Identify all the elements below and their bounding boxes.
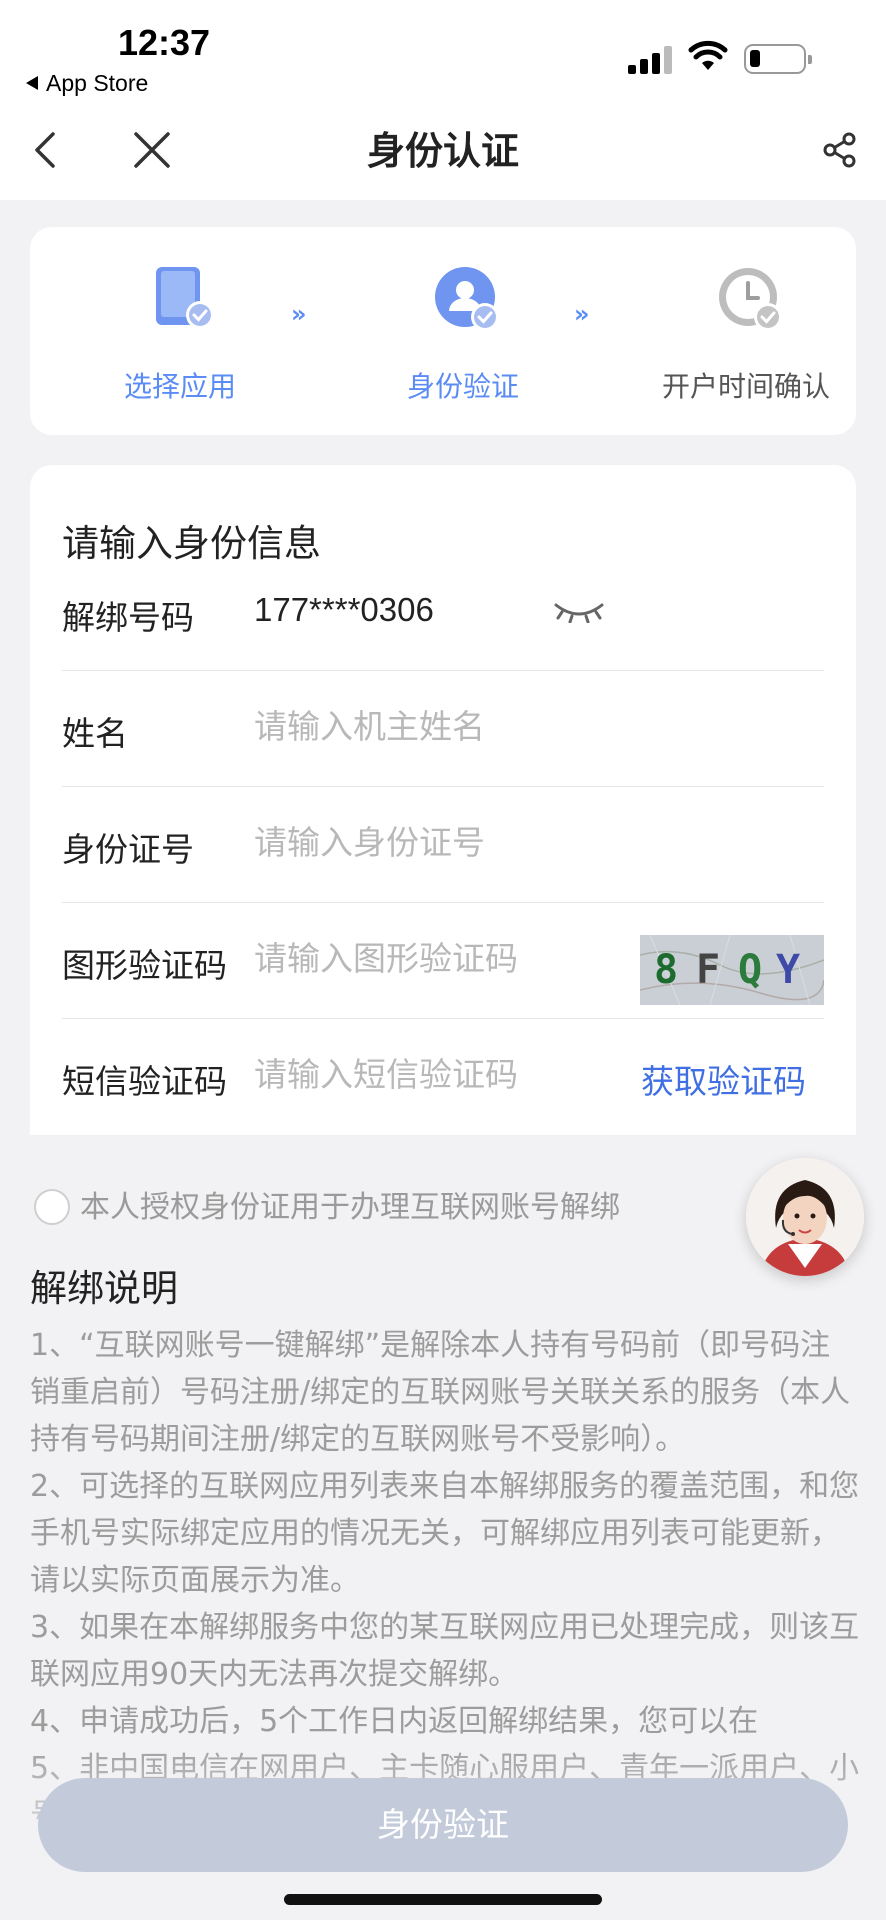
- sms-label: 短信验证码: [62, 1062, 227, 1101]
- step-label: 身份验证: [406, 370, 519, 403]
- agreement-radio[interactable]: [34, 1189, 70, 1225]
- step-arrow-icon: »: [291, 300, 307, 328]
- captcha-image[interactable]: 8 F Q Y: [640, 935, 824, 1005]
- phone-value: 177****0306: [254, 591, 434, 628]
- sms-code-input[interactable]: [254, 1049, 634, 1099]
- captcha-row: 图形验证码 8 F Q Y: [62, 903, 824, 1019]
- user-check-icon: [435, 267, 499, 331]
- back-to-app-link[interactable]: App Store: [26, 70, 148, 97]
- notes-title: 解绑说明: [30, 1267, 178, 1310]
- wifi-icon: [688, 40, 728, 70]
- identity-form: 请输入身份信息 解绑号码 177****0306 姓名 身份证号 图形验证码 8…: [30, 465, 856, 1135]
- id-number-input[interactable]: [254, 817, 634, 867]
- id-number-row: 身份证号: [62, 787, 824, 903]
- name-row: 姓名: [62, 671, 824, 787]
- notes-paragraph: 2、可选择的互联网应用列表来自本解绑服务的覆盖范围，和您手机号实际绑定应用的情况…: [30, 1469, 860, 1598]
- captcha-input[interactable]: [254, 933, 634, 983]
- agent-portrait: [746, 1158, 864, 1276]
- step-label: 开户时间确认: [661, 370, 830, 403]
- get-code-button[interactable]: 获取验证码: [641, 1055, 806, 1103]
- id-number-label: 身份证号: [62, 830, 194, 869]
- verify-identity-button[interactable]: 身份验证: [38, 1778, 848, 1872]
- eye-closed-icon[interactable]: [552, 601, 606, 623]
- captcha-char: 8: [654, 947, 679, 993]
- customer-service-avatar[interactable]: [746, 1158, 864, 1276]
- back-triangle-icon: [26, 76, 38, 90]
- notes-body: 1、“互联网账号一键解绑”是解除本人持有号码前（即号码注销重启前）号码注册/绑定…: [30, 1322, 860, 1839]
- cellular-signal-icon: [628, 46, 674, 74]
- phone-check-icon: [156, 267, 214, 329]
- clock-check-icon: [719, 268, 782, 331]
- captcha-char: Q: [738, 947, 763, 993]
- agreement-row[interactable]: 本人授权身份证用于办理互联网账号解绑: [34, 1182, 620, 1226]
- back-app-label: App Store: [46, 70, 149, 96]
- captcha-char: F: [696, 947, 721, 993]
- share-button[interactable]: [812, 122, 868, 178]
- phone-row: 解绑号码 177****0306: [62, 555, 824, 671]
- phone-label: 解绑号码: [62, 598, 194, 637]
- captcha-label: 图形验证码: [62, 946, 227, 985]
- step-select-app: 选择应用: [60, 227, 300, 435]
- step-arrow-icon: »: [574, 300, 590, 328]
- home-indicator: [284, 1894, 602, 1905]
- notes-paragraph: 1、“互联网账号一键解绑”是解除本人持有号码前（即号码注销重启前）号码注册/绑定…: [30, 1328, 851, 1457]
- name-input[interactable]: [254, 701, 634, 751]
- sms-row: 短信验证码 获取验证码: [62, 1019, 824, 1135]
- battery-icon: [744, 44, 812, 74]
- step-progress: 选择应用 身份验证 开户时间确认: [30, 227, 856, 435]
- agreement-text: 本人授权身份证用于办理互联网账号解绑: [80, 1190, 620, 1225]
- notes-paragraph: 3、如果在本解绑服务中您的某互联网应用已处理完成，则该互联网应用90天内无法再次…: [30, 1610, 860, 1692]
- status-time: 12:37: [118, 22, 211, 63]
- notes-paragraph: 4、申请成功后，5个工作日内返回解绑结果，您可以在: [30, 1704, 759, 1739]
- name-label: 姓名: [62, 714, 128, 753]
- page-title: 身份认证: [366, 129, 519, 173]
- step-identity: 身份验证: [343, 227, 583, 435]
- step-label: 选择应用: [123, 370, 236, 403]
- status-bar: 12:37 App Store: [0, 0, 886, 100]
- share-icon: [823, 132, 856, 168]
- captcha-char: Y: [776, 947, 801, 993]
- step-account-time: 开户时间确认: [626, 227, 866, 435]
- nav-bar: 身份认证: [0, 100, 886, 200]
